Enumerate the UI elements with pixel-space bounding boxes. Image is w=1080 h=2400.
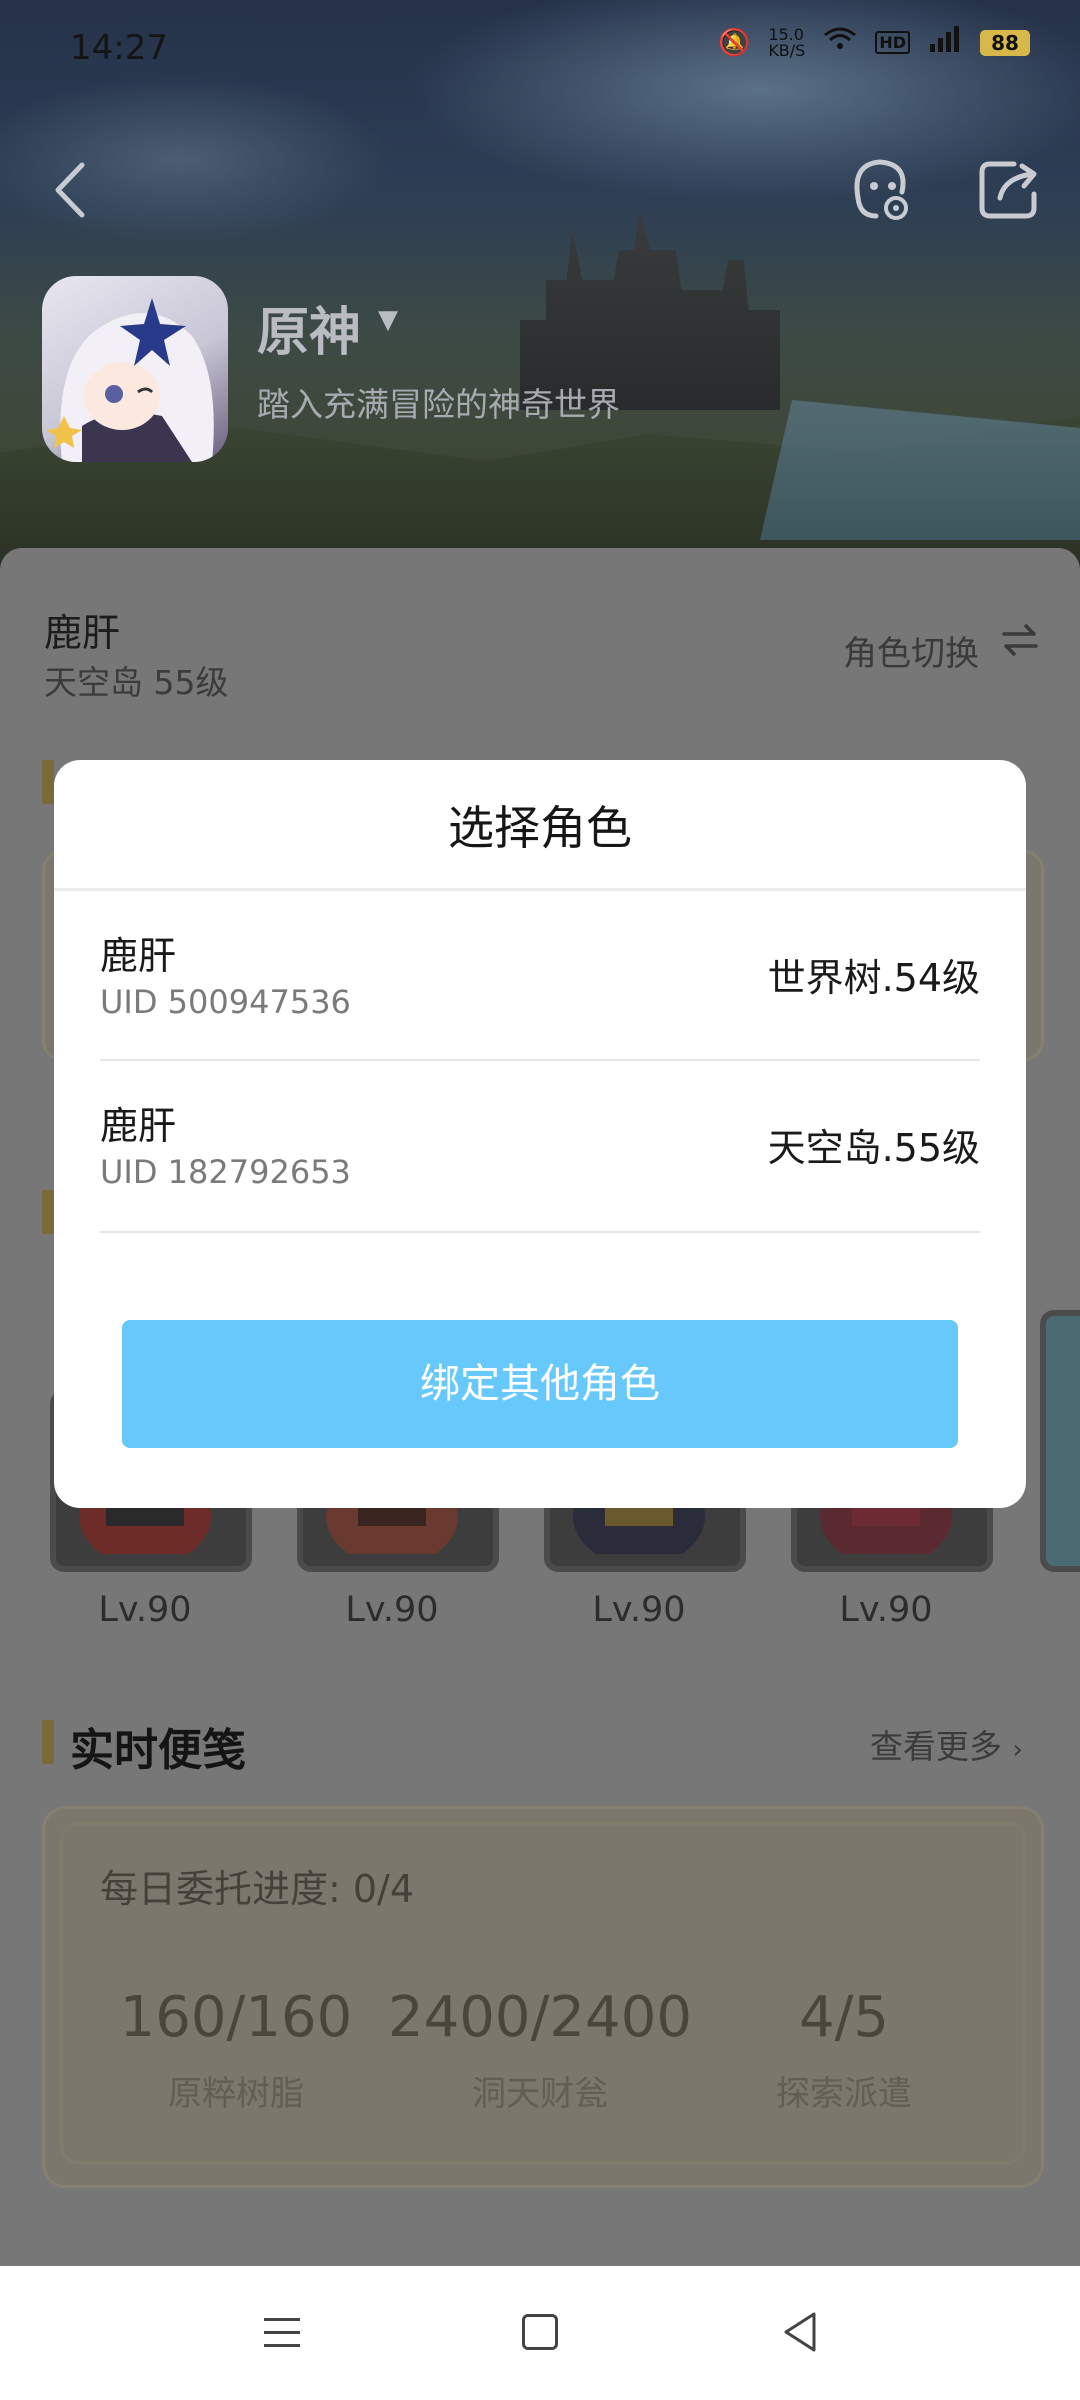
menu-icon[interactable]: [262, 2314, 302, 2350]
realm-currency-value: 2400/2400: [388, 1985, 692, 2050]
dropdown-arrow-icon[interactable]: ▼: [378, 305, 398, 335]
game-subtitle: 踏入充满冒险的神奇世界: [257, 385, 620, 424]
back-arrow-icon[interactable]: [40, 150, 100, 230]
divider: [100, 1231, 980, 1233]
char-card-partial[interactable]: [1040, 1310, 1080, 1572]
home-icon[interactable]: [522, 2314, 558, 2350]
expedition-label: 探索派遣: [776, 2074, 912, 2114]
role-option-server: 世界树.54级: [767, 956, 980, 1000]
dialog-title: 选择角色: [448, 801, 632, 855]
expedition-value: 4/5: [798, 1985, 890, 2050]
character-level: Lv.90: [839, 1590, 933, 1630]
status-icons: 🔕 15.0 KB/S HD 88: [718, 26, 1030, 59]
water-surface: [760, 400, 1080, 540]
status-time: 14:27: [70, 28, 168, 68]
role-option-uid: UID 182792653: [100, 1153, 351, 1191]
daily-commission: 每日委托进度: 0/4: [100, 1867, 415, 1911]
bind-other-role-button[interactable]: 绑定其他角色: [122, 1320, 958, 1448]
role-switch-button[interactable]: 角色切换: [843, 626, 979, 675]
role-option-name: 鹿肝: [100, 934, 177, 978]
section-marker: [42, 760, 54, 804]
customer-service-icon[interactable]: [846, 150, 916, 230]
realm-currency-label: 洞天财瓮: [472, 2074, 608, 2114]
battery-indicator: 88: [980, 29, 1030, 56]
notes-section-marker: [42, 1720, 54, 1764]
signal-icon: [928, 26, 962, 59]
resin-value: 160/160: [119, 1985, 353, 2050]
back-triangle-icon[interactable]: [780, 2310, 820, 2354]
status-bar: 14:27 🔕 15.0 KB/S HD 88: [0, 0, 1080, 96]
role-option[interactable]: 鹿肝 UID 182792653 天空岛.55级: [54, 1061, 1026, 1231]
game-icon: [42, 276, 228, 462]
current-role-name: 鹿肝: [44, 611, 121, 655]
role-option-server: 天空岛.55级: [767, 1126, 980, 1170]
wifi-icon: [823, 26, 857, 59]
game-title[interactable]: 原神: [257, 290, 361, 365]
notes-title: 实时便笺: [70, 1725, 246, 1776]
mute-icon: 🔕: [717, 27, 751, 58]
swap-icon[interactable]: [1000, 620, 1040, 670]
net-speed: 15.0 KB/S: [768, 26, 806, 60]
resin-label: 原粹树脂: [168, 2074, 304, 2114]
role-option-uid: UID 500947536: [100, 983, 351, 1021]
select-role-dialog: 选择角色 鹿肝 UID 500947536 世界树.54级 鹿肝 UID 182…: [54, 760, 1026, 1508]
view-more-label: 查看更多: [870, 1727, 1002, 1766]
role-option[interactable]: 鹿肝 UID 500947536 世界树.54级: [54, 891, 1026, 1059]
chevron-right-icon: ›: [1012, 1735, 1023, 1765]
share-icon[interactable]: [974, 150, 1044, 230]
current-role-server: 天空岛 55级: [44, 663, 229, 702]
hd-icon: HD: [875, 31, 910, 54]
character-level: Lv.90: [98, 1590, 192, 1630]
character-level: Lv.90: [592, 1590, 686, 1630]
section-marker: [42, 1190, 54, 1234]
net-speed-unit: KB/S: [768, 40, 806, 60]
role-option-name: 鹿肝: [100, 1104, 177, 1148]
view-more-link[interactable]: 查看更多 ›: [870, 1720, 1023, 1768]
character-level: Lv.90: [345, 1590, 439, 1630]
